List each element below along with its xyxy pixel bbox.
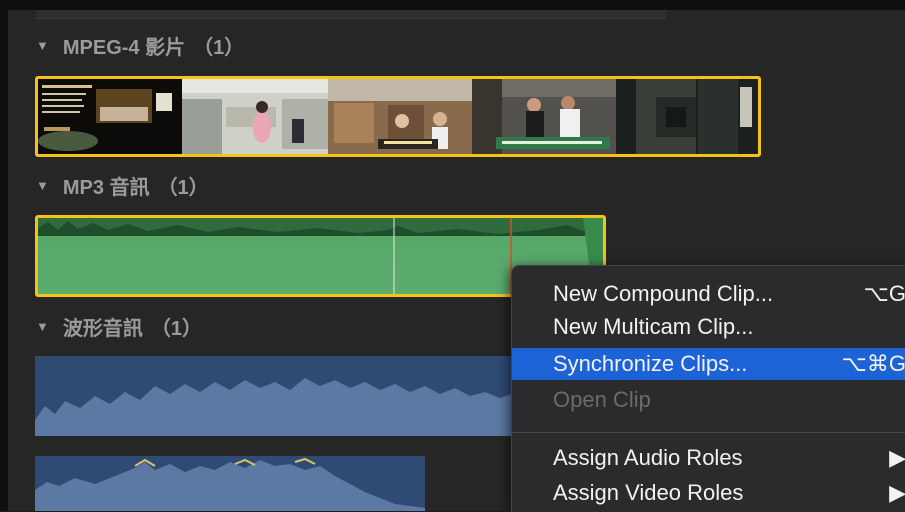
menu-item-new-multicam-clip[interactable]: New Multicam Clip... — [512, 311, 905, 343]
menu-item-label: Assign Video Roles — [553, 480, 744, 505]
group-header-mp3[interactable]: ▼ MP3 音訊 （1） — [36, 170, 209, 200]
menu-item-open-clip: Open Clip — [512, 384, 905, 416]
wav-waveform-1 — [35, 356, 511, 436]
group-header-wav[interactable]: ▼ 波形音訊 （1） — [36, 311, 202, 341]
filmstrip-frame-3 — [328, 79, 472, 154]
filmstrip-frame-2 — [182, 79, 328, 154]
audio-clip-wav-1[interactable] — [35, 356, 511, 436]
group-count: （1） — [157, 176, 209, 199]
frame-5-graphic — [616, 79, 758, 154]
menu-item-new-compound-clip[interactable]: New Compound Clip... ⌥G — [512, 278, 905, 310]
filmstrip-frame-5 — [616, 79, 758, 154]
menu-item-label: Synchronize Clips... — [553, 351, 748, 376]
window-top-edge — [0, 0, 905, 10]
frame-3-graphic — [328, 79, 472, 154]
menu-item-label: Assign Audio Roles — [553, 445, 743, 470]
disclosure-triangle-icon[interactable]: ▼ — [36, 178, 49, 193]
submenu-arrow-icon: ▶ — [889, 480, 905, 505]
window-left-edge — [0, 0, 8, 511]
menu-item-label: New Multicam Clip... — [553, 314, 754, 339]
frame-2-graphic — [182, 79, 328, 154]
group-title: MP3 音訊 — [62, 176, 150, 199]
group-count: （1） — [193, 36, 245, 59]
filmstrip-frame-1 — [38, 79, 182, 154]
filmstrip-frame-4 — [472, 79, 616, 154]
disclosure-triangle-icon[interactable]: ▼ — [36, 38, 49, 53]
frame-4-graphic — [472, 79, 616, 154]
menu-item-shortcut: ⌥⌘G — [841, 351, 905, 376]
menu-item-synchronize-clips[interactable]: Synchronize Clips... ⌥⌘G — [512, 348, 905, 380]
video-clip-filmstrip[interactable] — [35, 76, 761, 157]
menu-item-label: Open Clip — [553, 387, 651, 412]
menu-item-assign-video-roles[interactable]: Assign Video Roles ▶ — [512, 477, 905, 509]
menu-item-assign-audio-roles[interactable]: Assign Audio Roles ▶ — [512, 442, 905, 474]
menu-separator — [512, 432, 905, 433]
menu-item-label: New Compound Clip... — [553, 281, 774, 306]
menu-item-shortcut: ⌥G — [863, 281, 905, 306]
group-count: （1） — [150, 317, 202, 340]
submenu-arrow-icon: ▶ — [889, 445, 905, 470]
group-header-mpeg4[interactable]: ▼ MPEG-4 影片 （1） — [36, 30, 244, 60]
audio-clip-wav-2[interactable] — [35, 456, 425, 511]
context-menu: New Compound Clip... ⌥G New Multicam Cli… — [511, 265, 905, 512]
frame-1-graphic — [38, 79, 182, 154]
group-title: MPEG-4 影片 — [62, 36, 186, 59]
wav-waveform-2 — [35, 456, 425, 511]
previous-clip-strip — [36, 10, 666, 19]
disclosure-triangle-icon[interactable]: ▼ — [36, 319, 49, 334]
group-title: 波形音訊 — [62, 317, 143, 340]
